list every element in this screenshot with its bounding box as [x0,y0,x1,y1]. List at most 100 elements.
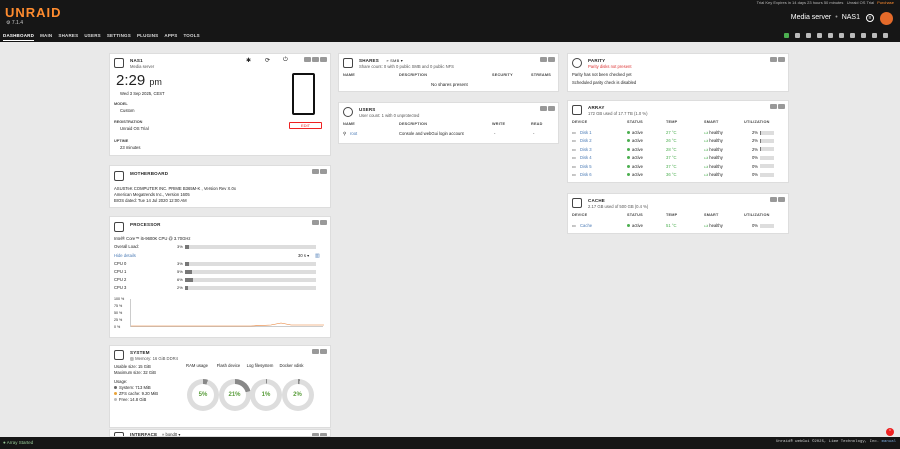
nav-shares[interactable]: SHARES [58,33,78,41]
collapse-icon[interactable] [540,57,547,62]
disk-status-text: active [632,138,643,144]
nav-users[interactable]: USERS [84,33,101,41]
scroll-top-button[interactable]: ⌃ [886,428,894,436]
search-icon[interactable] [806,33,811,38]
close-icon[interactable] [778,57,785,62]
disk-smart[interactable]: 👍︎ healthy [704,223,723,229]
nav-plugins[interactable]: PLUGINS [137,33,158,41]
status-dot-icon [627,131,630,134]
disk-util-bar [760,223,774,228]
disk-name-link[interactable]: Disk 3 [580,147,592,152]
user-name-link[interactable]: root [350,131,357,136]
panel-controls [312,169,327,174]
usable-size: Usable size: 15 GiB [114,364,151,369]
shares-panel: SHARES » SMB ▾ Share count: 0 with 0 pub… [338,53,559,92]
main-nav: DASHBOARD MAIN SHARES USERS SETTINGS PLU… [3,33,200,41]
disk-smart[interactable]: 👍︎ healthy [704,130,723,136]
close-icon[interactable] [320,169,327,174]
disk-smart-text: healthy [709,223,723,228]
disk-temp: 37 °C [666,163,677,169]
system-title: SYSTEM [130,350,150,355]
cpu-chart-ytick: 75 % [114,304,123,308]
disk-name-link[interactable]: Disk 6 [580,172,592,177]
feedback-icon[interactable] [828,33,833,38]
disk-name-link[interactable]: Disk 2 [580,138,592,143]
top-bar: UNRAID ⚙ 7.1.4 Trial Key Expires in 14 d… [0,0,900,42]
collapse-icon[interactable] [312,169,319,174]
bell-icon[interactable] [872,33,877,38]
cpu-icon [114,222,124,232]
registration-value[interactable]: Unraid OS Trial [120,126,149,131]
gauge-value: 5% [192,384,214,406]
disk-smart-text: healthy [709,146,723,152]
disk-smart[interactable]: 👍︎ healthy [704,138,723,144]
disk-name-link[interactable]: Disk 5 [580,164,592,169]
power-icon[interactable] [883,33,888,38]
disk-icon: ▭ [572,155,576,161]
user-write: - [494,131,496,136]
close-icon[interactable] [320,220,327,225]
minimize-icon[interactable] [304,57,311,62]
nav-apps[interactable]: APPS [164,33,177,41]
disk-smart[interactable]: 👍︎ healthy [704,172,723,178]
disk-name-link[interactable]: Disk 1 [580,130,592,135]
close-icon[interactable] [320,349,327,354]
close-icon[interactable] [778,104,785,109]
disk-name-link[interactable]: Cache [580,223,592,228]
settings-icon[interactable]: ✱ [246,57,251,64]
lock-icon[interactable] [795,33,800,38]
info-icon[interactable] [839,33,844,38]
collapse-icon[interactable] [770,57,777,62]
cache-panel: CACHE 2.17 GB used of 500 GB (0.4 %) DEV… [567,193,789,234]
close-icon[interactable] [548,57,555,62]
version-label: ⚙ 7.1.4 [6,20,23,26]
protocol-select[interactable]: » SMB ▾ [386,58,403,63]
shutdown-icon[interactable]: ⏻ [283,57,288,64]
collapse-icon[interactable] [770,104,777,109]
help-icon[interactable] [861,33,866,38]
avatar[interactable] [880,12,893,25]
close-icon[interactable] [778,197,785,202]
nav-dashboard[interactable]: DASHBOARD [3,33,35,41]
nav-tools[interactable]: TOOLS [183,33,199,41]
memory-icon [114,350,124,360]
case-image[interactable] [292,73,315,115]
col-description: DESCRIPTION [399,73,428,77]
close-icon[interactable] [320,57,327,62]
chart-icon[interactable]: ▥ [315,253,320,259]
disk-util-bar [760,155,774,160]
reboot-icon[interactable]: ⟳ [265,57,270,64]
manual-link[interactable]: manual [882,440,896,444]
usage-gauge: 2% [281,379,314,411]
log-icon[interactable] [850,33,855,38]
collapse-icon[interactable] [770,197,777,202]
purchase-link[interactable]: Purchase [877,0,894,5]
hide-details-link[interactable]: Hide details [114,253,136,258]
col-smart: SMART [704,213,719,217]
disk-smart[interactable]: 👍︎ healthy [704,147,723,153]
disk-smart[interactable]: 👍︎ healthy [704,155,723,161]
nav-settings[interactable]: SETTINGS [107,33,131,41]
array-status-icon[interactable] [784,33,789,38]
disk-smart[interactable]: 👍︎ healthy [704,164,723,170]
nav-main[interactable]: MAIN [40,33,52,41]
menu-icon[interactable]: ≡ [866,14,874,22]
cpu-load-bar [185,262,316,266]
disk-name-link[interactable]: Disk 4 [580,155,592,160]
collapse-icon[interactable] [312,349,319,354]
disk-status: active [627,138,643,143]
cpu-model: Intel® Core™ i5-9600K CPU @ 3.70GHz [114,236,191,241]
disk-icon: ▭ [572,138,576,144]
terminal-icon[interactable] [817,33,822,38]
memory-info: ▨ Memory: 16 GiB DDR4 [130,356,178,361]
collapse-icon[interactable] [540,106,547,111]
close-icon[interactable] [548,106,555,111]
collapse-icon[interactable] [312,57,319,62]
panel-controls [540,57,555,62]
edit-case-button[interactable]: EDIT [289,122,323,129]
interval-select[interactable]: 30 s ▾ [298,253,309,258]
disk-icon: ▭ [572,130,576,135]
unraid-logo[interactable]: UNRAID [5,5,62,20]
parity-schedule: Scheduled parity check is disabled [572,80,637,85]
collapse-icon[interactable] [312,220,319,225]
